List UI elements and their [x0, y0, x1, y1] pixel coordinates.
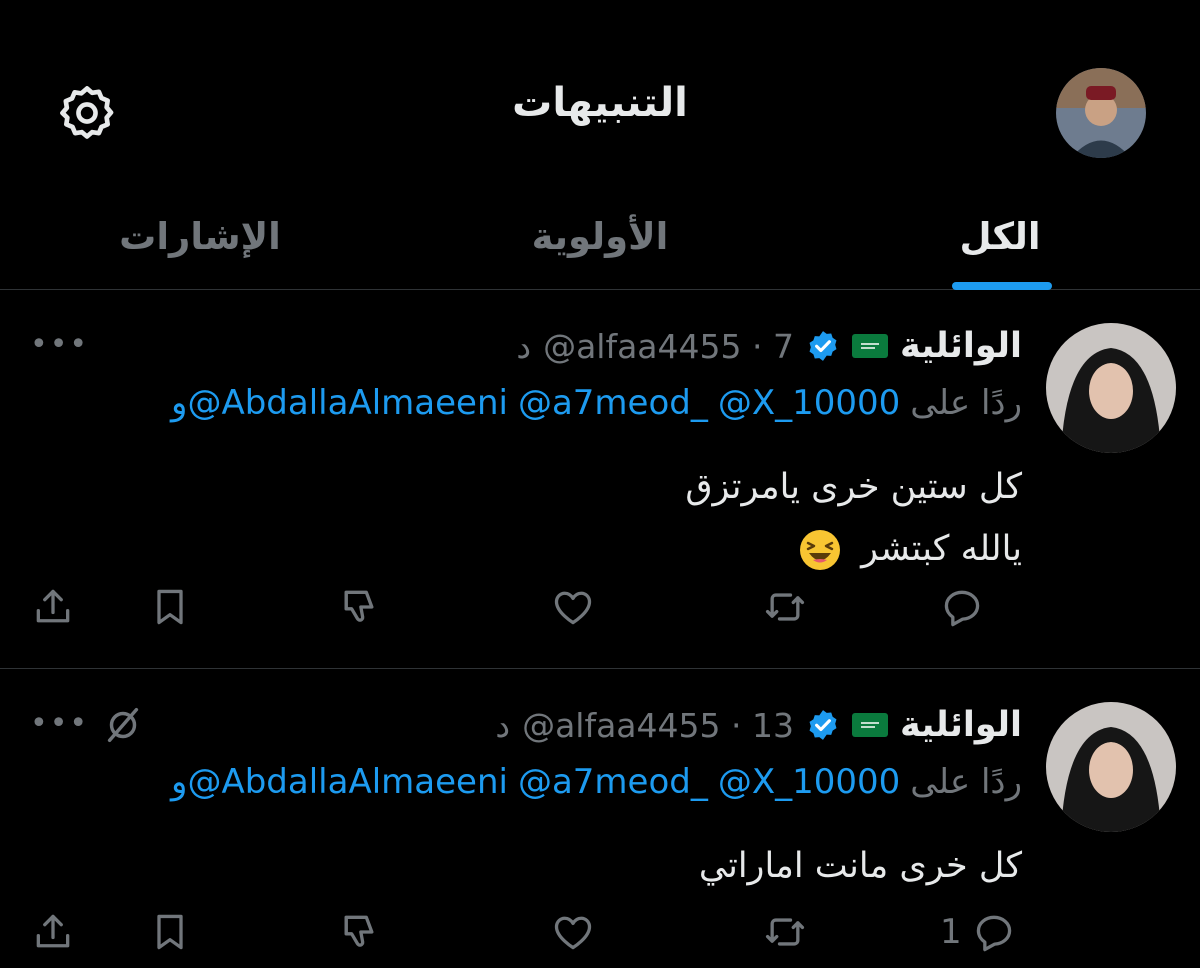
- retweet-icon: [765, 918, 805, 946]
- tweet-body: كل خرى مانت اماراتي: [699, 835, 1022, 897]
- tweet-header: الوائلية @alfaa4455 · 13 د: [495, 700, 1022, 750]
- tweet-text-line: كل خرى مانت اماراتي: [698, 846, 1022, 886]
- verified-badge-icon: [806, 329, 840, 363]
- time-unit: د: [495, 705, 511, 745]
- gear-icon: [60, 86, 114, 139]
- laughing-face-emoji: [798, 528, 842, 572]
- tweet-actions: 1: [0, 902, 1200, 962]
- retweet-button[interactable]: [763, 902, 807, 962]
- heart-icon: [554, 591, 592, 625]
- reply-context: ردًا على @X_10000 @a7meod_ و@AbdallaAlma…: [171, 762, 1022, 802]
- more-options-button[interactable]: •••: [30, 706, 89, 741]
- reply-icon: [944, 590, 980, 627]
- notification-tabs: الكل الأولوية الإشارات: [0, 196, 1200, 290]
- tweet-actions: [0, 577, 1200, 637]
- retweet-icon: [765, 593, 805, 621]
- retweet-button[interactable]: [763, 577, 807, 637]
- author-handle-time: @alfaa4455 · 13: [522, 705, 794, 745]
- tab-all[interactable]: الكل: [950, 206, 1050, 266]
- reply-icon: [976, 915, 1011, 952]
- top-bar: التنبيهات الكل الأولوية الإشارات: [0, 0, 1200, 290]
- mention-link[interactable]: @a7meod_: [518, 762, 708, 802]
- reply-button[interactable]: [940, 577, 994, 637]
- mention-link[interactable]: @a7meod_: [518, 383, 708, 423]
- tweet-text-line-2: يالله كبتشر: [685, 518, 1022, 580]
- tweet-item[interactable]: الوائلية @alfaa4455 · 7 د ••• ردًا على @…: [0, 291, 1200, 669]
- saudi-flag-icon: [851, 713, 888, 737]
- time-unit: د: [516, 326, 532, 366]
- more-options-button[interactable]: •••: [30, 327, 89, 362]
- share-icon: [36, 589, 70, 623]
- author-avatar[interactable]: [1046, 702, 1176, 832]
- mention-link[interactable]: @X_10000: [718, 383, 900, 423]
- heart-icon: [554, 916, 592, 950]
- author-avatar[interactable]: [1046, 323, 1176, 453]
- author-name[interactable]: الوائلية: [900, 326, 1022, 366]
- downvote-button[interactable]: [337, 577, 381, 637]
- bookmark-icon: [157, 914, 183, 950]
- reply-button[interactable]: 1: [940, 902, 1016, 962]
- tab-mentions[interactable]: الإشارات: [95, 206, 305, 266]
- reply-context: ردًا على @X_10000 @a7meod_ و@AbdallaAlma…: [171, 383, 1022, 423]
- mention-link[interactable]: @X_10000: [718, 762, 900, 802]
- active-tab-indicator: [952, 282, 1052, 290]
- thumbs-down-icon: [344, 590, 374, 622]
- bookmark-button[interactable]: [148, 577, 192, 637]
- bookmark-button[interactable]: [148, 902, 192, 962]
- share-button[interactable]: [31, 902, 75, 962]
- mention-link[interactable]: و@AbdallaAlmaeeni: [171, 762, 508, 802]
- share-button[interactable]: [31, 577, 75, 637]
- tweet-header: الوائلية @alfaa4455 · 7 د: [516, 321, 1022, 371]
- reply-count: 1: [940, 912, 962, 952]
- page-title: التنبيهات: [512, 80, 688, 126]
- author-name[interactable]: الوائلية: [900, 705, 1022, 745]
- share-icon: [36, 914, 70, 948]
- verified-badge-icon: [806, 708, 840, 742]
- tweet-body: كل ستين خرى يامرتزق يالله كبتشر: [685, 456, 1022, 580]
- saudi-flag-icon: [851, 334, 888, 358]
- settings-button[interactable]: [54, 80, 120, 146]
- thumbs-down-icon: [344, 915, 374, 947]
- author-handle-time: @alfaa4455 · 7: [543, 326, 794, 366]
- downvote-button[interactable]: [337, 902, 381, 962]
- tab-priority[interactable]: الأولوية: [500, 206, 700, 266]
- like-button[interactable]: [551, 577, 595, 637]
- bookmark-icon: [157, 589, 183, 625]
- tweet-item[interactable]: الوائلية @alfaa4455 · 13 د ••• ردًا على …: [0, 670, 1200, 968]
- tweet-text-line: يالله كبتشر: [861, 529, 1022, 569]
- reply-prefix: ردًا على: [910, 383, 1022, 423]
- reply-prefix: ردًا على: [910, 762, 1022, 802]
- tweet-text-line: كل ستين خرى يامرتزق: [685, 467, 1022, 507]
- mention-link[interactable]: و@AbdallaAlmaeeni: [171, 383, 508, 423]
- like-button[interactable]: [551, 902, 595, 962]
- mute-icon: [100, 702, 146, 748]
